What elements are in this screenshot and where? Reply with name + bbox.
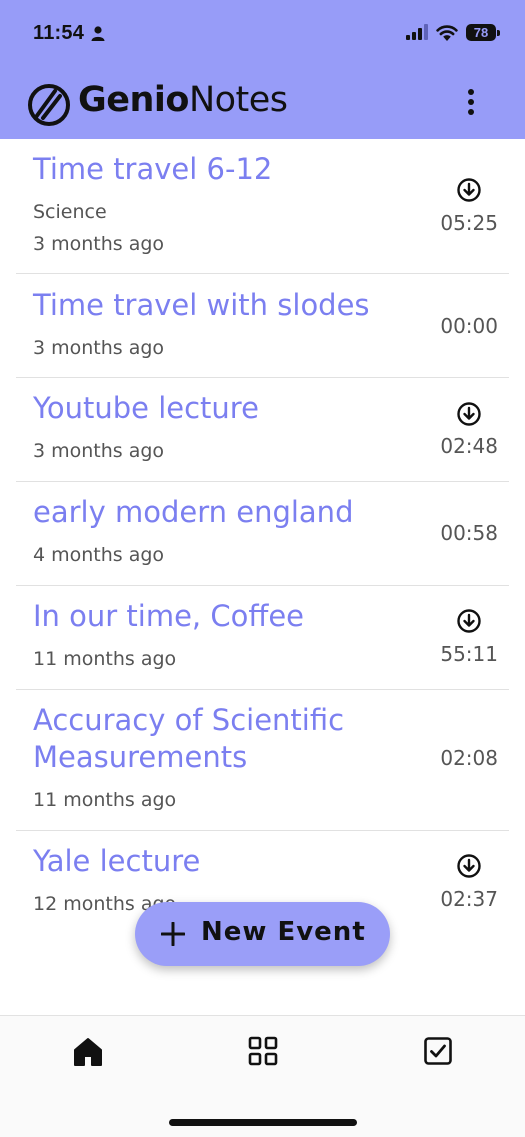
- battery-tip: [497, 30, 500, 36]
- event-age: 3 months ago: [33, 233, 165, 255]
- event-duration: 55:11: [440, 642, 498, 666]
- download-icon[interactable]: [456, 177, 482, 203]
- event-duration: 02:08: [440, 746, 498, 770]
- event-row[interactable]: Time travel 6-12 Science 3 months ago 05…: [16, 139, 509, 274]
- event-age: 3 months ago: [33, 337, 165, 359]
- tasks-icon[interactable]: [423, 1036, 453, 1066]
- event-title-line1: Accuracy of Scientific: [33, 703, 345, 737]
- event-category: Science: [33, 201, 107, 223]
- event-title: Time travel with slodes: [33, 288, 370, 322]
- event-title: early modern england: [33, 495, 354, 529]
- download-icon[interactable]: [456, 853, 482, 879]
- event-age: 11 months ago: [33, 648, 177, 670]
- event-title: In our time, Coffee: [33, 599, 305, 633]
- wifi-icon: [436, 25, 458, 41]
- event-duration: 00:00: [440, 314, 498, 338]
- event-duration: 05:25: [440, 211, 498, 235]
- genio-logo-icon: [28, 84, 70, 126]
- event-title-line2: Measurements: [33, 740, 248, 774]
- battery-icon: 78: [466, 24, 496, 41]
- app-logo-text: GenioNotes: [78, 80, 288, 120]
- event-duration: 02:37: [440, 887, 498, 911]
- home-icon[interactable]: [72, 1036, 104, 1068]
- event-age: 3 months ago: [33, 440, 165, 462]
- app-header: 11:54 78 GenioNotes: [0, 0, 525, 139]
- person-icon: [91, 26, 105, 41]
- new-event-label: New Event: [201, 917, 366, 947]
- event-duration: 00:58: [440, 521, 498, 545]
- event-age: 11 months ago: [33, 789, 177, 811]
- download-icon[interactable]: [456, 608, 482, 634]
- event-row[interactable]: early modern england 4 months ago 00:58: [16, 482, 509, 586]
- brand-name-part2: Notes: [188, 80, 288, 120]
- download-icon[interactable]: [456, 401, 482, 427]
- plus-icon: [161, 922, 185, 946]
- battery-level: 78: [473, 25, 489, 40]
- event-row[interactable]: Youtube lecture 3 months ago 02:48: [16, 378, 509, 482]
- event-title: Time travel 6-12: [33, 152, 273, 186]
- event-row[interactable]: Time travel with slodes 3 months ago 00:…: [16, 274, 509, 378]
- more-options-icon[interactable]: [460, 86, 484, 118]
- event-row[interactable]: In our time, Coffee 11 months ago 55:11: [16, 586, 509, 690]
- event-row[interactable]: Accuracy of Scientific Measurements 11 m…: [16, 690, 509, 831]
- home-indicator: [169, 1119, 357, 1126]
- event-title: Yale lecture: [33, 844, 201, 878]
- signal-icon: [406, 24, 428, 40]
- brand-name-part1: Genio: [78, 80, 189, 120]
- event-title: Youtube lecture: [33, 391, 259, 425]
- new-event-button[interactable]: New Event: [135, 902, 390, 966]
- event-age: 4 months ago: [33, 544, 165, 566]
- event-duration: 02:48: [440, 434, 498, 458]
- grid-icon[interactable]: [248, 1036, 278, 1066]
- status-time: 11:54: [33, 22, 85, 44]
